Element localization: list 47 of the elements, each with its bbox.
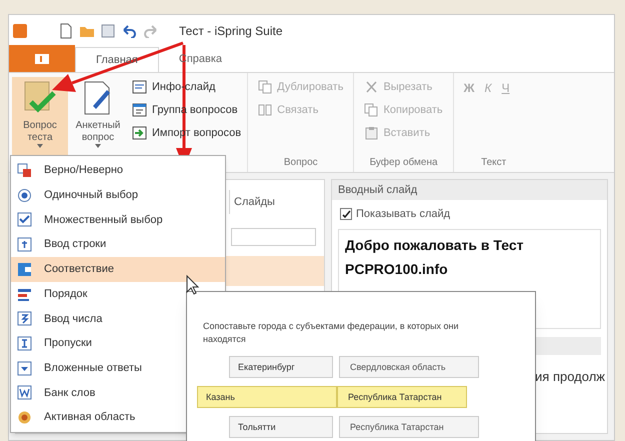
checkbox-icon: [17, 212, 32, 228]
group-label: Буфер обмена: [368, 156, 439, 170]
duplicate-icon: [258, 80, 274, 94]
redo-icon[interactable]: [143, 24, 159, 38]
caret-icon: [37, 144, 43, 148]
radio-icon: [17, 188, 32, 203]
show-slide-checkbox[interactable]: [340, 208, 352, 220]
checkbox-label: Показывать слайд: [356, 207, 450, 222]
caret-icon: [95, 144, 101, 148]
menu-item[interactable]: Одиночный выбор: [11, 182, 225, 208]
window-title: Тест - iSpring Suite: [179, 22, 283, 40]
slide-icon: [132, 80, 147, 94]
copy-icon: [364, 102, 380, 118]
ribbon-large-button[interactable]: Анкетный вопрос: [70, 77, 126, 157]
word-bank-icon: [17, 385, 32, 400]
menu-item[interactable]: Соответствие: [11, 256, 225, 282]
welcome-heading: Добро пожаловать в Тест PCPRO100.info: [345, 236, 524, 276]
menu-item[interactable]: Верно/Неверно: [11, 158, 225, 183]
slide-field[interactable]: [231, 228, 316, 246]
check-icon: [342, 210, 350, 219]
matching-item[interactable]: Тольятти: [229, 416, 333, 438]
target-icon: [17, 410, 32, 426]
group-label: Вопрос: [282, 156, 319, 170]
app-logo-icon: [13, 24, 27, 38]
matching-target[interactable]: Свердловская область: [339, 356, 479, 378]
link-icon: [258, 102, 274, 118]
menu-item[interactable]: Множественный выбор: [11, 207, 225, 232]
import-icon: [132, 126, 147, 140]
matching-target[interactable]: Республика Татарстан: [339, 416, 479, 438]
slides-tab[interactable]: Слайды: [229, 190, 324, 214]
ribbon-large-button[interactable]: Вопрос теста: [12, 77, 68, 157]
new-file-icon[interactable]: [59, 22, 73, 38]
scissors-icon: [364, 80, 380, 94]
undo-icon[interactable]: [121, 24, 137, 38]
slide-body-text: ия продолж: [535, 368, 605, 386]
panel-header: Вводный слайд: [332, 180, 607, 200]
matching-target[interactable]: Республика Татарстан: [337, 386, 467, 408]
file-menu-button[interactable]: [9, 45, 75, 72]
matching-item[interactable]: Екатеринбург: [229, 356, 333, 378]
question-group-icon: [132, 102, 147, 118]
menu-item[interactable]: Ввод строки: [11, 232, 225, 257]
clipboard-icon: [364, 126, 380, 140]
order-icon: [17, 286, 32, 302]
save-icon[interactable]: [101, 24, 115, 38]
menu-icon: [35, 54, 49, 64]
matching-item[interactable]: Казань: [197, 386, 337, 408]
group-label: Текст: [480, 156, 508, 170]
